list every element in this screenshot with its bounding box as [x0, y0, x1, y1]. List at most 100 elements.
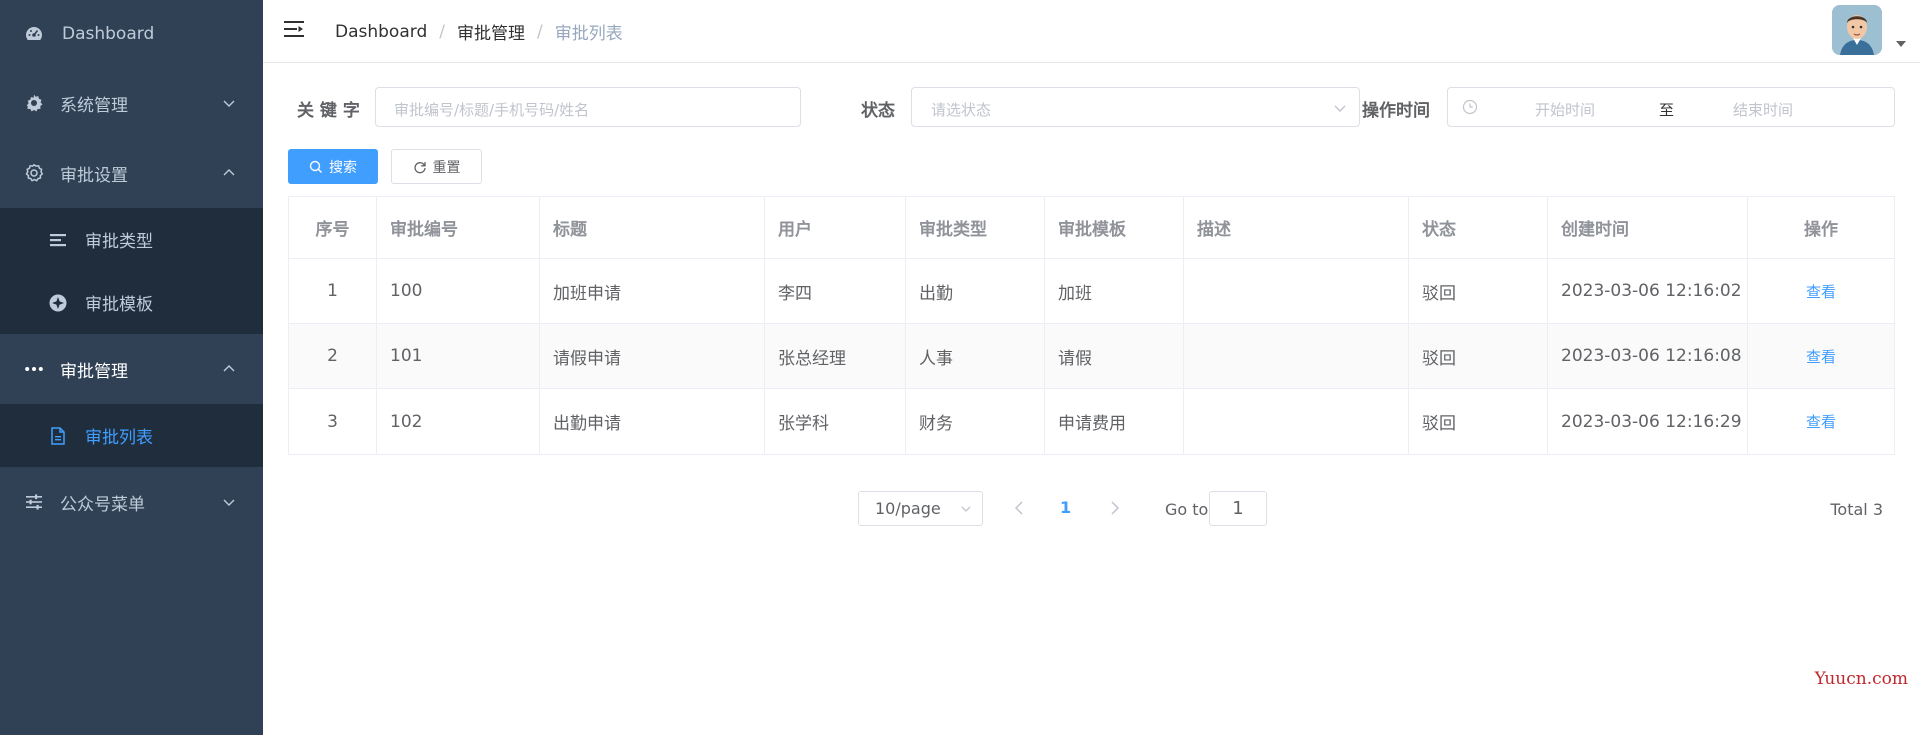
- dashboard-icon: [24, 24, 44, 44]
- sidebar-item-wechat-menu[interactable]: 公众号菜单: [0, 467, 263, 537]
- cell-created-time: 2023-03-06 12:16:02: [1548, 259, 1748, 323]
- start-time-placeholder[interactable]: 开始时间: [1535, 99, 1595, 120]
- table-header-row: 序号 审批编号 标题 用户 审批类型 审批模板 描述 状态 创建时间 操作: [289, 197, 1894, 259]
- column-header: 用户: [765, 197, 906, 258]
- breadcrumb: Dashboard / 审批管理 / 审批列表: [335, 19, 623, 45]
- gear-icon: [24, 93, 44, 113]
- end-time-placeholder[interactable]: 结束时间: [1733, 99, 1793, 120]
- table-row: 3 102 出勤申请 张学科 财务 申请费用 驳回 2023-03-06 12:…: [289, 389, 1894, 454]
- sliders-icon: [24, 492, 44, 512]
- cell-description: [1184, 324, 1409, 388]
- column-header: 描述: [1184, 197, 1409, 258]
- chevron-up-icon: [223, 169, 235, 176]
- search-icon: [309, 160, 322, 173]
- sidebar-item-label: 审批类型: [85, 232, 153, 252]
- cell-template: 申请费用: [1045, 389, 1184, 454]
- chevron-down-icon: [1334, 105, 1346, 112]
- chevron-down-icon: [961, 506, 971, 512]
- status-label: 状态: [861, 101, 895, 121]
- template-icon: [48, 293, 68, 313]
- view-link[interactable]: 查看: [1806, 281, 1836, 302]
- column-header: 操作: [1804, 220, 1838, 240]
- cell-user: 张学科: [765, 389, 906, 454]
- page-number-current[interactable]: 1: [1060, 498, 1071, 517]
- keyword-input[interactable]: 审批编号/标题/手机号码/姓名: [375, 87, 801, 127]
- chevron-down-icon: [223, 100, 235, 107]
- range-separator: 至: [1659, 101, 1675, 119]
- cell-approval-no: 101: [377, 324, 540, 388]
- column-header: 序号: [289, 197, 377, 258]
- sidebar-item-label: 公众号菜单: [60, 494, 145, 515]
- sidebar-item-dashboard[interactable]: Dashboard: [0, 0, 263, 68]
- view-link[interactable]: 查看: [1806, 346, 1836, 367]
- chevron-up-icon: [223, 365, 235, 372]
- search-button[interactable]: 搜索: [288, 149, 378, 184]
- column-header: 审批模板: [1045, 197, 1184, 258]
- page-size-select[interactable]: 10/page: [858, 491, 983, 526]
- navbar: Dashboard / 审批管理 / 审批列表: [263, 0, 1920, 63]
- page-size-value: 10/page: [875, 499, 941, 518]
- sidebar-item-label: 审批管理: [60, 361, 128, 382]
- reset-button[interactable]: 重置: [391, 149, 482, 184]
- avatar[interactable]: [1832, 5, 1882, 55]
- breadcrumb-item-approval-management[interactable]: 审批管理: [457, 19, 525, 44]
- table-row: 2 101 请假申请 张总经理 人事 请假 驳回 2023-03-06 12:1…: [289, 324, 1894, 389]
- prev-page-icon[interactable]: [1009, 497, 1029, 519]
- column-header: 创建时间: [1548, 197, 1748, 258]
- search-button-label: 搜索: [329, 158, 357, 175]
- cell-actions: 查看: [1748, 259, 1894, 323]
- sidebar-item-label: 审批模板: [85, 295, 153, 315]
- cell-status: 驳回: [1409, 389, 1548, 454]
- reset-button-label: 重置: [432, 158, 461, 175]
- cell-index: 3: [289, 389, 377, 454]
- column-header: 标题: [540, 197, 765, 258]
- table-row: 1 100 加班申请 李四 出勤 加班 驳回 2023-03-06 12:16:…: [289, 259, 1894, 324]
- time-label: 操作时间: [1362, 101, 1430, 121]
- cell-title: 出勤申请: [540, 389, 765, 454]
- sidebar-item-approval-templates[interactable]: 审批模板: [0, 271, 263, 334]
- cell-index: 1: [289, 259, 377, 323]
- cell-description: [1184, 259, 1409, 323]
- breadcrumb-item-current: 审批列表: [554, 24, 623, 44]
- cell-created-time: 2023-03-06 12:16:08: [1548, 324, 1748, 388]
- sidebar-item-approval-management[interactable]: 审批管理: [0, 334, 263, 404]
- cell-actions: 查看: [1748, 389, 1894, 454]
- cell-created-time: 2023-03-06 12:16:29: [1548, 389, 1748, 454]
- cell-status: 驳回: [1409, 324, 1548, 388]
- keyword-label: 关 键 字: [297, 101, 360, 121]
- status-select[interactable]: 请选状态: [911, 87, 1360, 127]
- keyword-placeholder: 审批编号/标题/手机号码/姓名: [394, 101, 590, 119]
- sidebar-item-approval-types[interactable]: 审批类型: [0, 208, 263, 271]
- approval-table: 序号 审批编号 标题 用户 审批类型 审批模板 描述 状态 创建时间 操作 1 …: [288, 196, 1895, 455]
- column-header: 审批编号: [377, 197, 540, 258]
- sidebar-item-system[interactable]: 系统管理: [0, 68, 263, 138]
- watermark: Yuucn.com: [1814, 669, 1908, 689]
- settings-icon: [24, 163, 44, 183]
- cell-title: 加班申请: [540, 259, 765, 323]
- cell-approval-no: 100: [377, 259, 540, 323]
- cell-user: 张总经理: [765, 324, 906, 388]
- sidebar-item-approval-settings[interactable]: 审批设置: [0, 138, 263, 208]
- more-icon: [24, 359, 44, 379]
- breadcrumb-item-dashboard[interactable]: Dashboard: [335, 22, 427, 42]
- breadcrumb-separator: /: [439, 21, 445, 42]
- cell-title: 请假申请: [540, 324, 765, 388]
- list-icon: [48, 230, 68, 250]
- cell-description: [1184, 389, 1409, 454]
- view-link[interactable]: 查看: [1806, 411, 1836, 432]
- sidebar-item-label: 系统管理: [60, 95, 128, 116]
- column-header: 状态: [1409, 197, 1548, 258]
- cell-template: 请假: [1045, 324, 1184, 388]
- chevron-down-icon: [223, 499, 235, 506]
- sidebar-item-approval-list[interactable]: 审批列表: [0, 404, 263, 467]
- hamburger-icon[interactable]: [283, 18, 305, 40]
- caret-down-icon[interactable]: [1896, 41, 1906, 47]
- breadcrumb-separator: /: [536, 21, 543, 42]
- status-placeholder: 请选状态: [931, 101, 992, 119]
- cell-user: 李四: [765, 259, 906, 323]
- date-range-picker[interactable]: 开始时间 至 结束时间: [1447, 87, 1895, 127]
- goto-page-input[interactable]: 1: [1209, 491, 1267, 526]
- cell-template: 加班: [1045, 259, 1184, 323]
- cell-status: 驳回: [1409, 259, 1548, 323]
- next-page-icon[interactable]: [1105, 497, 1125, 519]
